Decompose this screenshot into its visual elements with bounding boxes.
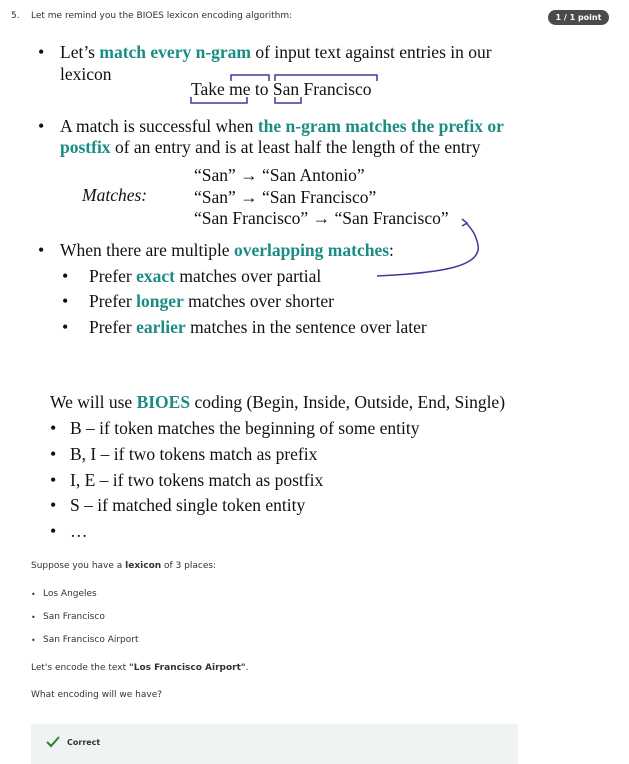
- bullet: •: [31, 636, 36, 645]
- ngram-brackets: [190, 74, 378, 104]
- feedback-correct: Correct: [31, 724, 518, 764]
- text: matches over shorter: [183, 291, 334, 311]
- text: .: [245, 663, 249, 673]
- encode-text: Let's encode the text "Los Francisco Air…: [31, 663, 248, 673]
- text: A match is successful when: [60, 116, 258, 136]
- lexicon-item: Los Angeles: [43, 589, 97, 599]
- text: Prefer: [89, 266, 137, 286]
- highlight: the n-gram matches the prefix or: [257, 116, 504, 136]
- text: :: [389, 240, 394, 260]
- bullet: •: [38, 116, 45, 136]
- bioes-item: S – if matched single token entity: [70, 495, 306, 515]
- bullet: •: [62, 266, 69, 286]
- text: of an entry and is at least half the len…: [110, 137, 481, 157]
- matches-label: Matches:: [82, 185, 148, 205]
- bioes-item: B, I – if two tokens match as prefix: [70, 444, 318, 464]
- bullet: •: [50, 418, 57, 438]
- text: Prefer: [89, 291, 137, 311]
- bullet: •: [62, 317, 69, 337]
- slide-bullet-2: A match is successful when the n-gram ma…: [60, 116, 504, 137]
- bullet: •: [50, 495, 57, 515]
- slide-bullet-1-line2: lexicon: [60, 64, 112, 84]
- bullet: •: [31, 590, 36, 599]
- bullet: •: [31, 613, 36, 622]
- text: Prefer: [89, 317, 137, 337]
- text: Suppose you have a: [31, 561, 126, 571]
- text: of 3 places:: [161, 561, 217, 571]
- question-prompt: Let me remind you the BIOES lexicon enco…: [31, 11, 293, 21]
- bioes-item: I, E – if two tokens match as postfix: [70, 470, 324, 490]
- bullet: •: [62, 291, 69, 311]
- bioes-intro: We will use BIOES coding (Begin, Inside,…: [50, 392, 505, 413]
- text: Let's encode the text: [31, 663, 130, 673]
- highlight: match every n-gram: [99, 42, 251, 62]
- feedback-label: Correct: [67, 738, 101, 747]
- lexicon-item: San Francisco Airport: [43, 635, 139, 645]
- bullet: •: [38, 240, 45, 260]
- slide-sub-bullet-3: Prefer earlier matches in the sentence o…: [89, 317, 427, 338]
- highlight: overlapping matches: [233, 240, 390, 260]
- bioes-item: B – if token matches the beginning of so…: [70, 418, 420, 438]
- highlight: longer: [136, 291, 184, 311]
- text: Let’s: [60, 42, 100, 62]
- text: of input text against entries in our: [251, 42, 492, 62]
- text: matches in the sentence over later: [185, 317, 427, 337]
- match-example-1: “San” → “San Antonio”: [194, 165, 365, 185]
- score-badge: 1 / 1 point: [548, 10, 609, 25]
- highlight: earlier: [136, 317, 186, 337]
- text: When there are multiple: [60, 240, 234, 260]
- slide-sub-bullet-1: Prefer exact matches over partial: [89, 266, 321, 287]
- match-example-2: “San” → “San Francisco”: [194, 187, 377, 207]
- slide-bullet-2-line2: postfix of an entry and is at least half…: [60, 137, 480, 158]
- bold-text: "Los Francisco Airport": [129, 663, 246, 673]
- bullet: •: [50, 470, 57, 490]
- text: matches over partial: [175, 266, 322, 286]
- bullet: •: [50, 444, 57, 464]
- bullet: •: [50, 521, 57, 541]
- highlight: BIOES: [136, 392, 191, 412]
- question-ask: What encoding will we have?: [31, 690, 163, 700]
- bold-text: lexicon: [125, 561, 162, 571]
- lexicon-item: San Francisco: [43, 612, 105, 622]
- question-number: 5.: [11, 11, 20, 21]
- slide-sub-bullet-2: Prefer longer matches over shorter: [89, 291, 334, 312]
- text: coding (Begin, Inside, Outside, End, Sin…: [190, 392, 506, 412]
- highlight: postfix: [60, 137, 111, 157]
- bioes-item: …: [70, 521, 88, 541]
- slide-bullet-3: When there are multiple overlapping matc…: [60, 240, 394, 261]
- bullet: •: [38, 42, 45, 62]
- text: We will use: [50, 392, 137, 412]
- lexicon-intro: Suppose you have a lexicon of 3 places:: [31, 561, 216, 571]
- highlight: exact: [136, 266, 176, 286]
- checkmark-icon: [46, 736, 60, 748]
- slide-bullet-1: Let’s match every n-gram of input text a…: [60, 42, 492, 63]
